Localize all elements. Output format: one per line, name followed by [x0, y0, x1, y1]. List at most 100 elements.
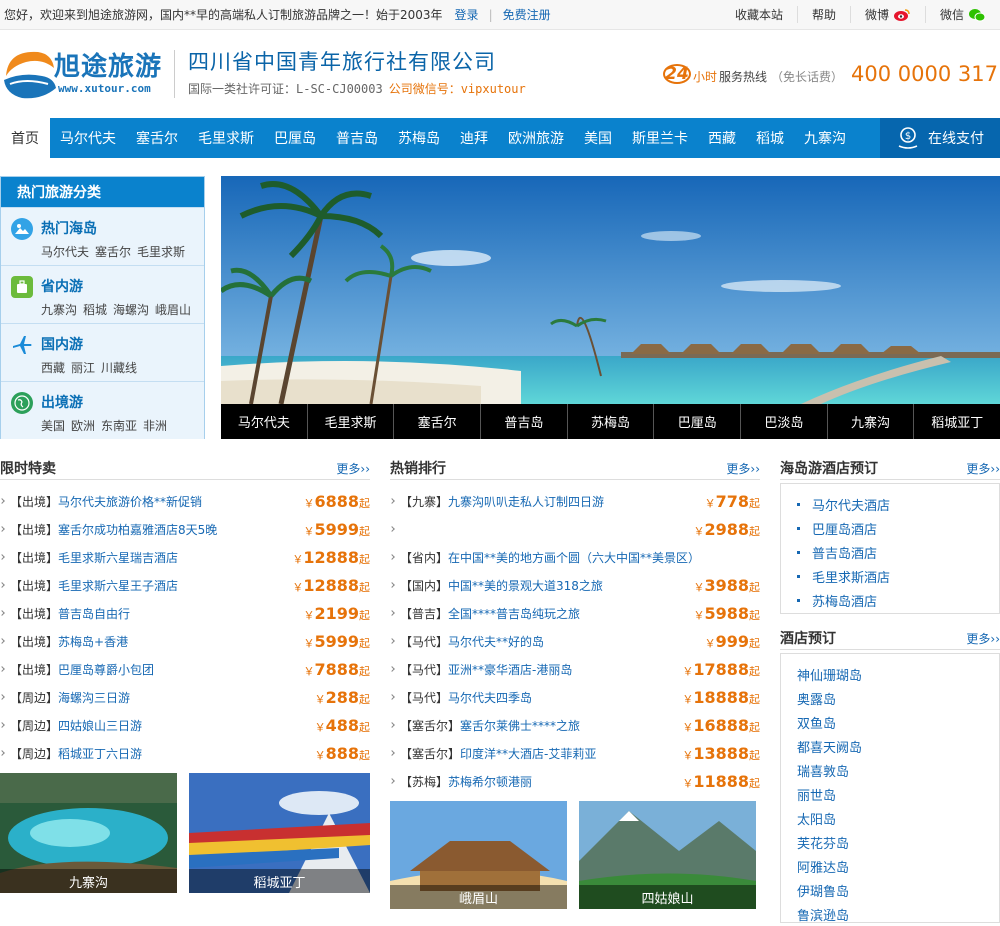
hotel-name[interactable]: 太阳岛 — [797, 809, 836, 828]
product-name[interactable]: 稻城亚丁六日游 — [58, 745, 142, 762]
banner-tab[interactable]: 苏梅岛 — [568, 404, 655, 439]
product-name[interactable]: 马尔代夫四季岛 — [448, 689, 532, 706]
hotel-name[interactable]: 奥露岛 — [797, 689, 836, 708]
sidebar-cat-name[interactable]: 省内游 — [41, 276, 83, 296]
hotel-name[interactable]: 瑞喜敦岛 — [797, 761, 849, 780]
sidebar-cat-name[interactable]: 出境游 — [41, 392, 83, 412]
product-row[interactable]: 【出境】 马尔代夫旅游价格**新促销 ￥6888起 — [0, 487, 370, 515]
product-name[interactable]: 马尔代夫旅游价格**新促销 — [58, 493, 202, 510]
hotel-link[interactable]: 伊瑚鲁岛 — [781, 878, 999, 902]
hotel-name[interactable]: 伊瑚鲁岛 — [797, 881, 849, 900]
banner-tab[interactable]: 九寨沟 — [828, 404, 915, 439]
product-row[interactable]: 【周边】 四姑娘山三日游 ￥488起 — [0, 711, 370, 739]
weibo-label[interactable]: 微博 — [865, 6, 889, 23]
product-row[interactable]: 【出境】 塞舌尔成功柏嘉雅酒店8天5晚 ￥5999起 — [0, 515, 370, 543]
hotel-link[interactable]: 奥露岛 — [781, 686, 999, 710]
hotel-link[interactable]: 太阳岛 — [781, 806, 999, 830]
hotel-name[interactable]: 巴厘岛酒店 — [812, 519, 877, 538]
nav-item-usa[interactable]: 美国 — [574, 118, 622, 158]
hotel-link[interactable]: 双鱼岛 — [781, 710, 999, 734]
sidebar-cat-province[interactable]: 省内游 九寨沟 稻城 海螺沟 峨眉山 — [1, 265, 204, 323]
nav-item-dubai[interactable]: 迪拜 — [450, 118, 498, 158]
hero-banner[interactable]: 马尔代夫 毛里求斯 塞舌尔 普吉岛 苏梅岛 巴厘岛 巴淡岛 九寨沟 稻城亚丁 — [221, 176, 1000, 439]
sidebar-cat-island[interactable]: 热门海岛 马尔代夫 塞舌尔 毛里求斯 — [1, 207, 204, 265]
hotel-link[interactable]: 丽世岛 — [781, 782, 999, 806]
hotel-link[interactable]: 苏梅岛酒店 — [781, 588, 999, 612]
banner-tab[interactable]: 稻城亚丁 — [914, 404, 1000, 439]
nav-item-jiuzhaigou[interactable]: 九寨沟 — [794, 118, 856, 158]
product-name[interactable]: 毛里求斯六星王子酒店 — [58, 577, 178, 594]
hotel-name[interactable]: 双鱼岛 — [797, 713, 836, 732]
photo-daocheng[interactable]: 稻城亚丁 — [189, 773, 370, 893]
product-row[interactable]: 【塞舌尔】 印度洋**大酒店-艾菲莉亚 ￥13888起 — [389, 739, 760, 767]
island-hotels-more-link[interactable]: 更多›› — [966, 460, 1000, 477]
sub-link[interactable]: 九寨沟 — [41, 303, 77, 317]
sub-link[interactable]: 东南亚 — [101, 419, 137, 433]
product-name[interactable]: 中国**美的景观大道318之旅 — [448, 577, 603, 594]
sidebar-cat-outbound[interactable]: 出境游 美国 欧洲 东南亚 非洲 — [1, 381, 204, 439]
hotel-name[interactable]: 阿雅达岛 — [797, 857, 849, 876]
banner-tab[interactable]: 毛里求斯 — [308, 404, 395, 439]
banner-tab[interactable]: 巴厘岛 — [654, 404, 742, 439]
hotel-name[interactable]: 普吉岛酒店 — [812, 543, 877, 562]
sale-more-link[interactable]: 更多›› — [336, 460, 370, 477]
register-link[interactable]: 免费注册 — [503, 6, 551, 23]
banner-tab[interactable]: 巴淡岛 — [741, 404, 828, 439]
product-row[interactable]: 【塞舌尔】 塞舌尔莱佛士****之旅 ￥16888起 — [389, 711, 760, 739]
hotel-link[interactable]: 阿雅达岛 — [781, 854, 999, 878]
online-pay-button[interactable]: $ 在线支付 — [880, 118, 1000, 158]
sidebar-cat-name[interactable]: 国内游 — [41, 334, 83, 354]
product-name[interactable]: 海螺沟三日游 — [58, 689, 130, 706]
nav-item-bali[interactable]: 巴厘岛 — [264, 118, 326, 158]
hotel-link[interactable]: 毛里求斯酒店 — [781, 564, 999, 588]
help-label[interactable]: 帮助 — [812, 6, 836, 23]
product-row[interactable]: 【国内】 中国**美的景观大道318之旅 ￥3988起 — [389, 571, 760, 599]
product-name[interactable]: 苏梅岛+香港 — [58, 633, 128, 650]
product-name[interactable]: 亚洲**豪华酒店-港丽岛 — [448, 661, 572, 678]
photo-jiuzhaigou[interactable]: 九寨沟 — [0, 773, 177, 893]
product-name[interactable]: 普吉岛自由行 — [58, 605, 130, 622]
hotel-name[interactable]: 丽世岛 — [797, 785, 836, 804]
product-row[interactable]: ￥2988起 — [389, 515, 760, 543]
favorite-label[interactable]: 收藏本站 — [735, 6, 783, 23]
nav-item-home[interactable]: 首页 — [0, 118, 50, 158]
weibo-link[interactable]: 微博 — [849, 6, 925, 23]
hotel-name[interactable]: 苏梅岛酒店 — [812, 591, 877, 610]
nav-item-srilanka[interactable]: 斯里兰卡 — [622, 118, 698, 158]
product-row[interactable]: 【马代】 马尔代夫四季岛 ￥18888起 — [389, 683, 760, 711]
hotel-name[interactable]: 都喜天阙岛 — [797, 737, 862, 756]
product-row[interactable]: 【出境】 毛里求斯六星王子酒店 ￥12888起 — [0, 571, 370, 599]
sub-link[interactable]: 西藏 — [41, 361, 65, 375]
hot-more-link[interactable]: 更多›› — [726, 460, 760, 477]
product-row[interactable]: 【马代】 亚洲**豪华酒店-港丽岛 ￥17888起 — [389, 655, 760, 683]
product-row[interactable]: 【省内】 在中国**美的地方画个圆（六大中国**美景区） — [389, 543, 760, 571]
product-row[interactable]: 【出境】 巴厘岛尊爵小包团 ￥7888起 — [0, 655, 370, 683]
banner-tab[interactable]: 普吉岛 — [481, 404, 568, 439]
sub-link[interactable]: 美国 — [41, 419, 65, 433]
hotel-link[interactable]: 鲁滨逊岛 — [781, 902, 999, 926]
hotel-link[interactable]: 普吉岛酒店 — [781, 540, 999, 564]
sub-link[interactable]: 欧洲 — [71, 419, 95, 433]
sub-link[interactable]: 川藏线 — [101, 361, 137, 375]
sub-link[interactable]: 马尔代夫 — [41, 245, 89, 259]
product-name[interactable]: 马尔代夫**好的岛 — [448, 633, 544, 650]
product-row[interactable]: 【周边】 海螺沟三日游 ￥288起 — [0, 683, 370, 711]
product-row[interactable]: 【九寨】 九寨沟叭叭走私人订制四日游 ￥778起 — [389, 487, 760, 515]
favorite-link[interactable]: 收藏本站 — [721, 6, 797, 23]
product-row[interactable]: 【出境】 苏梅岛+香港 ￥5999起 — [0, 627, 370, 655]
nav-item-maldives[interactable]: 马尔代夫 — [50, 118, 126, 158]
wechat-link[interactable]: 微信 — [924, 6, 1000, 23]
sidebar-cat-name[interactable]: 热门海岛 — [41, 218, 97, 238]
banner-tab[interactable]: 马尔代夫 — [221, 404, 308, 439]
sidebar-cat-domestic[interactable]: 国内游 西藏 丽江 川藏线 — [1, 323, 204, 381]
nav-item-europe[interactable]: 欧洲旅游 — [498, 118, 574, 158]
hotel-link[interactable]: 都喜天阙岛 — [781, 734, 999, 758]
product-row[interactable]: 【出境】 普吉岛自由行 ￥2199起 — [0, 599, 370, 627]
photo-emeishan[interactable]: 峨眉山 — [390, 801, 567, 909]
hotels-more-link[interactable]: 更多›› — [966, 630, 1000, 647]
nav-item-phuket[interactable]: 普吉岛 — [326, 118, 388, 158]
product-row[interactable]: 【普吉】 全国****普吉岛纯玩之旅 ￥5988起 — [389, 599, 760, 627]
sub-link[interactable]: 塞舌尔 — [95, 245, 131, 259]
product-name[interactable]: 九寨沟叭叭走私人订制四日游 — [448, 493, 604, 510]
nav-item-seychelles[interactable]: 塞舌尔 — [126, 118, 188, 158]
